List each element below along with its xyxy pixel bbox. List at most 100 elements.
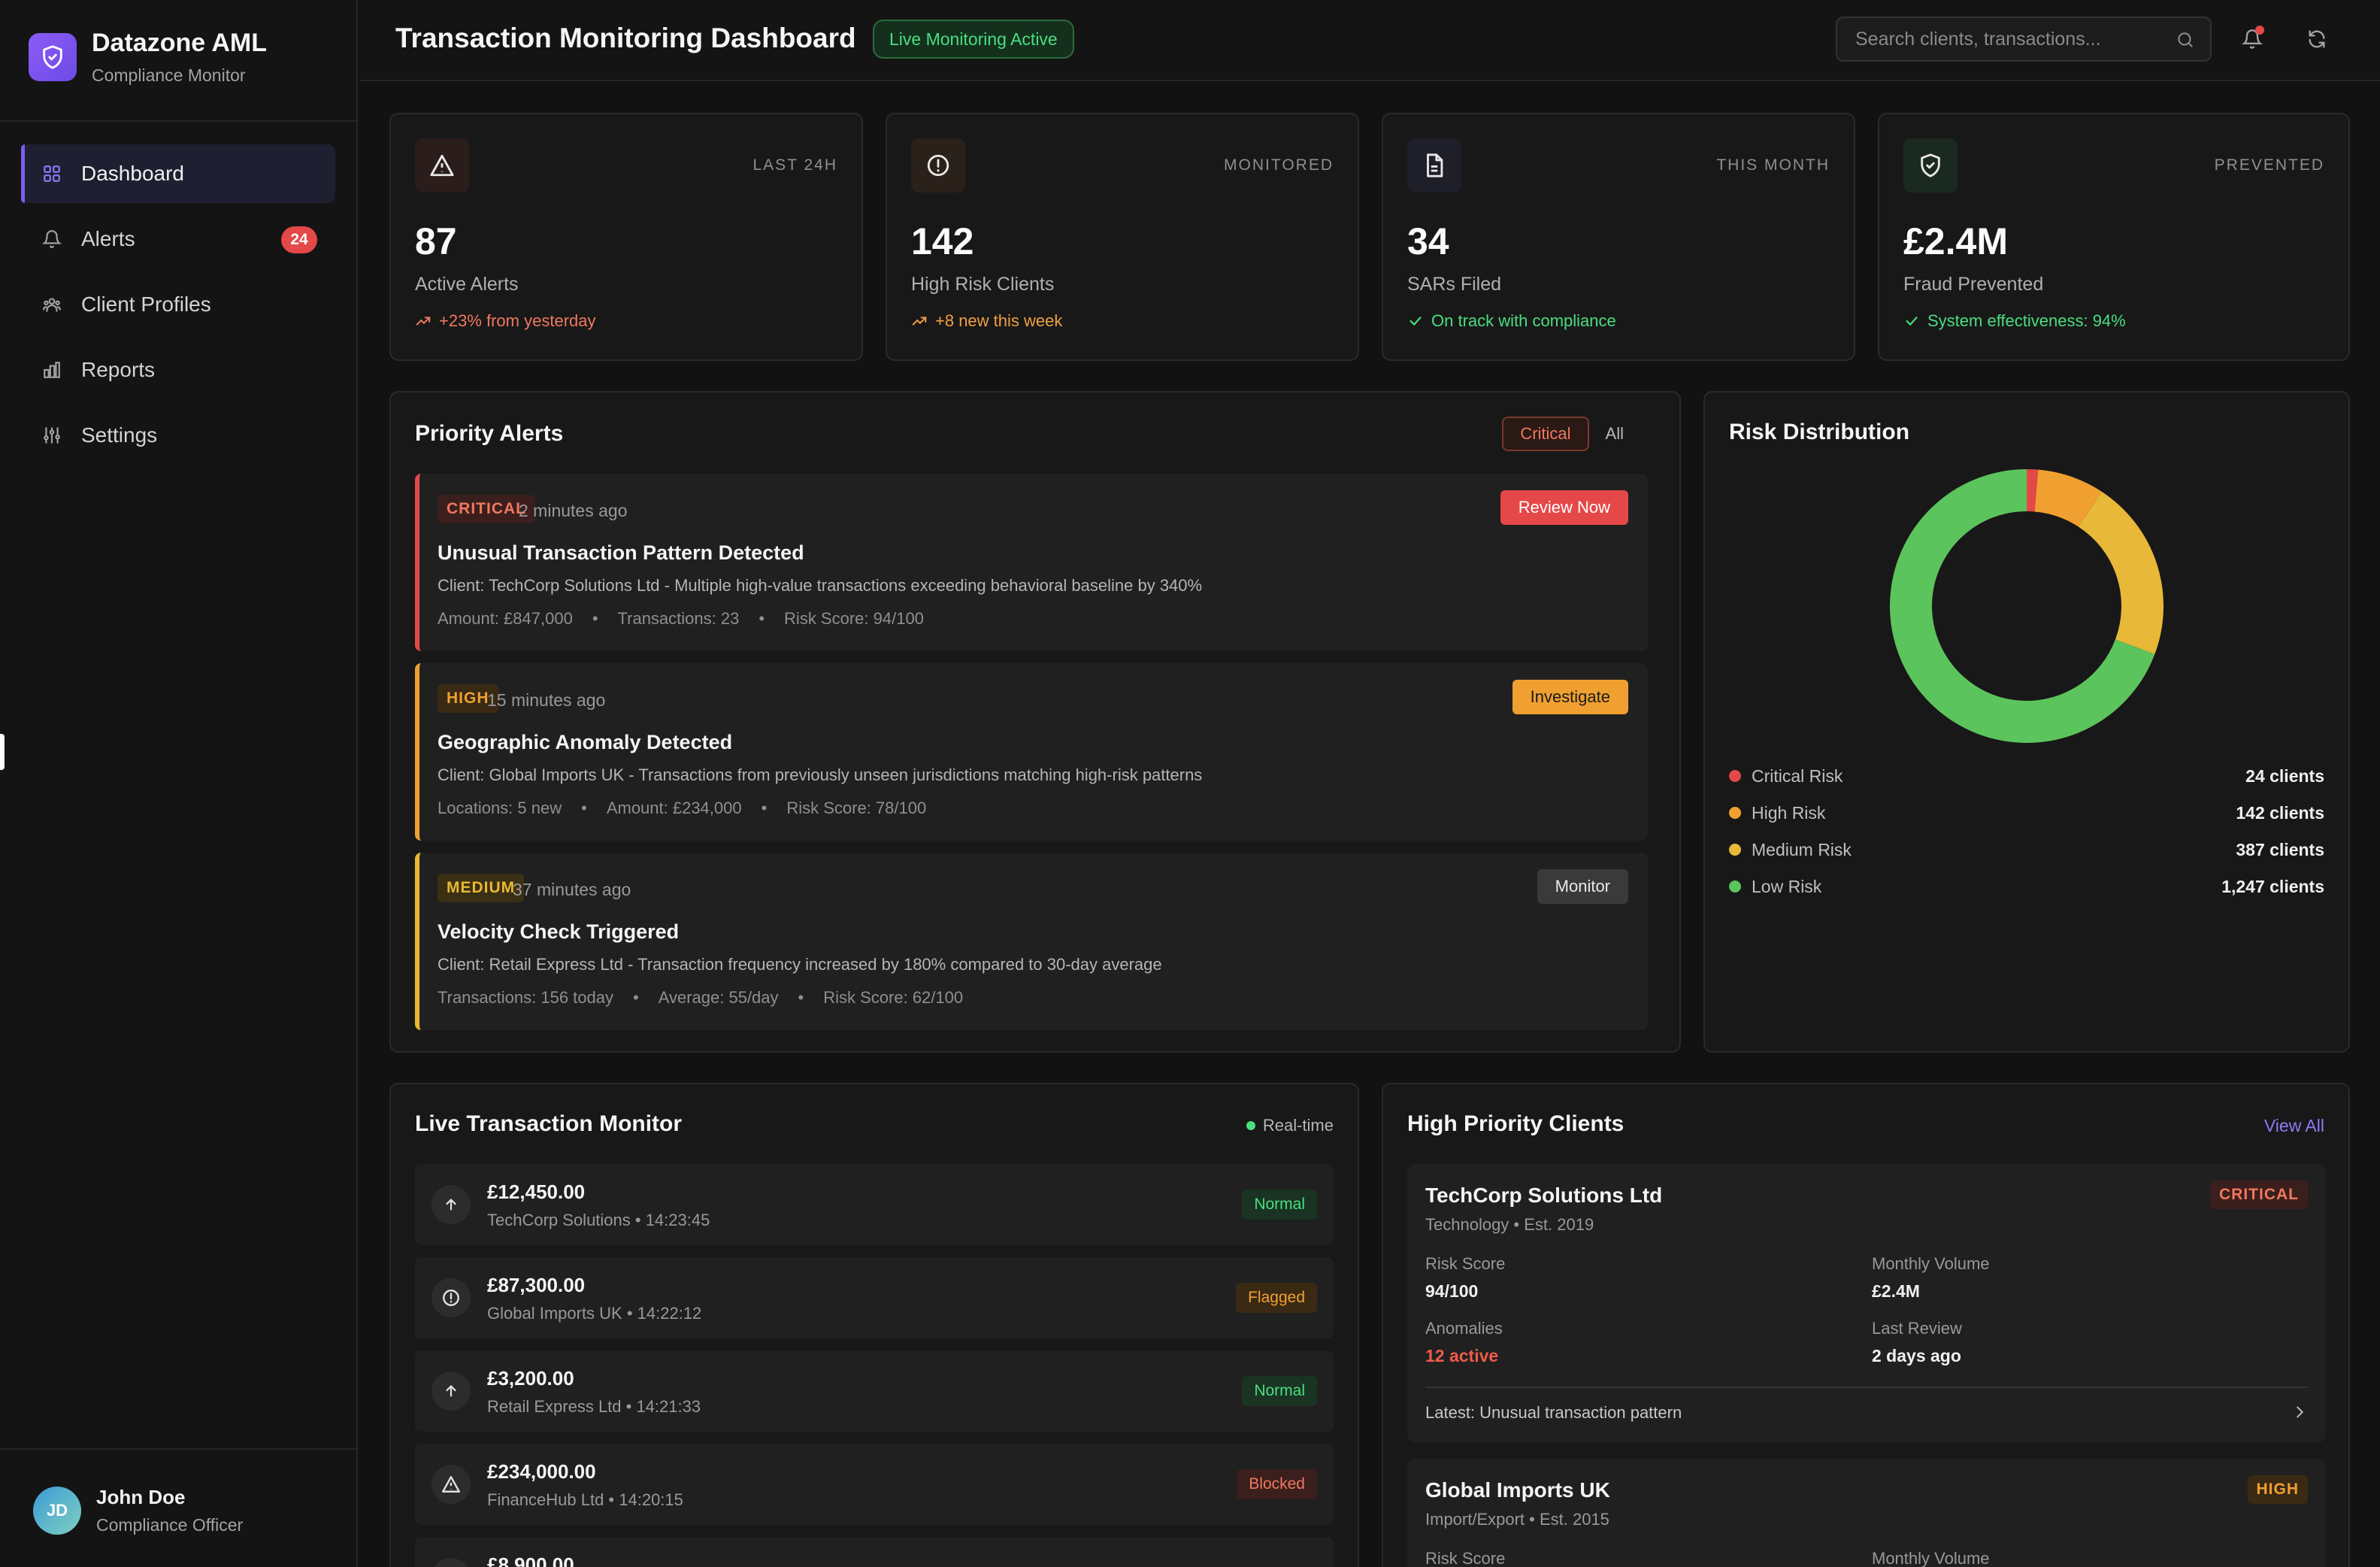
alert-meta-item: Amount: £847,000 <box>438 609 573 628</box>
transaction-meta: TechCorp Solutions • 14:23:45 <box>487 1211 710 1229</box>
client-subtitle: Technology • Est. 2019 <box>1425 1215 1594 1234</box>
review-now-button[interactable]: Review Now <box>1500 490 1628 525</box>
chevron-right-icon[interactable] <box>2291 1403 2308 1425</box>
notification-dot <box>2255 26 2264 35</box>
view-all-link[interactable]: View All <box>2264 1116 2324 1136</box>
alert-triangle-icon <box>415 138 469 192</box>
high-priority-clients-panel: High Priority Clients View All TechCorp … <box>1382 1083 2350 1567</box>
stat-label: Fraud Prevented <box>1903 274 2044 295</box>
status-badge: Normal <box>1242 1376 1317 1406</box>
monitor-button[interactable]: Monitor <box>1537 869 1628 904</box>
sidebar-item-alerts[interactable]: Alerts 24 <box>21 210 335 268</box>
alert-time: 37 minutes ago <box>513 880 631 899</box>
alert-time: 2 minutes ago <box>519 501 628 520</box>
legend-dot <box>1729 844 1741 856</box>
bar-chart-icon <box>41 359 63 381</box>
check-icon <box>1410 317 1422 326</box>
legend-value: 142 clients <box>2236 802 2324 823</box>
stat-card-active-alerts[interactable]: LAST 24H 87 Active Alerts +23% from yest… <box>389 113 863 361</box>
stat-tag: MONITORED <box>1224 156 1334 174</box>
legend-dot <box>1729 880 1741 893</box>
shield-logo-icon <box>29 33 77 81</box>
transaction-row[interactable]: £234,000.00 FinanceHub Ltd • 14:20:15 Bl… <box>415 1444 1334 1525</box>
sidebar-item-settings[interactable]: Settings <box>21 406 335 465</box>
risk-score-label: Risk Score <box>1425 1549 1506 1567</box>
search-input[interactable] <box>1855 26 2171 53</box>
stat-label: High Risk Clients <box>911 274 1055 295</box>
sidebar-item-reports[interactable]: Reports <box>21 341 335 399</box>
trending-up-icon <box>912 317 927 326</box>
stat-trend-text: On track with compliance <box>1431 311 1616 330</box>
refresh-icon <box>2309 30 2325 48</box>
donut-slice-high-risk[interactable] <box>2033 469 2102 527</box>
transaction-amount: £87,300.00 <box>487 1274 586 1296</box>
page-title: Transaction Monitoring Dashboard <box>395 23 856 53</box>
legend-label: Medium Risk <box>1752 839 1852 859</box>
alert-card-medium[interactable]: MEDIUM 37 minutes ago Velocity Check Tri… <box>415 853 1648 1030</box>
last-review-label: Last Review <box>1872 1319 1962 1338</box>
legend-row-high: High Risk 142 clients <box>1729 798 2324 828</box>
donut-slice-medium-risk[interactable] <box>2078 491 2163 655</box>
users-icon <box>41 293 63 316</box>
sidebar-item-label: Client Profiles <box>81 292 211 316</box>
refresh-button[interactable] <box>2300 23 2333 56</box>
section-title: High Priority Clients <box>1407 1111 1625 1136</box>
brand-subtitle: Compliance Monitor <box>92 65 246 85</box>
legend-row-critical: Critical Risk 24 clients <box>1729 761 2324 791</box>
client-name: Global Imports UK <box>1425 1478 1610 1502</box>
alert-triangle-icon <box>431 1465 471 1504</box>
transaction-row[interactable]: £12,450.00 TechCorp Solutions • 14:23:45… <box>415 1164 1334 1245</box>
transaction-row[interactable]: £87,300.00 Global Imports UK • 14:22:12 … <box>415 1257 1334 1338</box>
stat-card-high-risk-clients[interactable]: MONITORED 142 High Risk Clients +8 new t… <box>886 113 1359 361</box>
stat-value: £2.4M <box>1903 220 2008 262</box>
alert-meta-item: Transactions: 23 <box>617 609 740 628</box>
severity-badge: MEDIUM <box>438 874 525 902</box>
alert-meta-item: Amount: £234,000 <box>606 799 742 817</box>
tab-all[interactable]: All <box>1589 417 1640 451</box>
realtime-indicator: Real-time <box>1246 1116 1334 1135</box>
client-card-global-imports[interactable]: Global Imports UK Import/Export • Est. 2… <box>1407 1459 2326 1567</box>
live-transaction-monitor: Live Transaction Monitor Real-time £12,4… <box>389 1083 1359 1567</box>
stat-tag: LAST 24H <box>752 156 837 174</box>
alert-title: Geographic Anomaly Detected <box>438 731 733 753</box>
donut-slice-critical-risk[interactable] <box>2026 469 2039 512</box>
legend-label: Critical Risk <box>1752 765 1843 786</box>
legend-value: 387 clients <box>2236 839 2324 859</box>
edge-handle[interactable] <box>0 734 5 770</box>
stat-value: 87 <box>415 220 457 262</box>
investigate-button[interactable]: Investigate <box>1512 680 1628 714</box>
alert-card-critical[interactable]: CRITICAL 2 minutes ago Unusual Transacti… <box>415 474 1648 651</box>
live-dot <box>1246 1121 1255 1130</box>
alert-card-high[interactable]: HIGH 15 minutes ago Geographic Anomaly D… <box>415 663 1648 841</box>
client-card-techcorp[interactable]: TechCorp Solutions Ltd Technology • Est.… <box>1407 1164 2326 1442</box>
stat-card-sars-filed[interactable]: THIS MONTH 34 SARs Filed On track with c… <box>1382 113 1855 361</box>
transaction-meta: Retail Express Ltd • 14:21:33 <box>487 1397 701 1416</box>
grid-icon <box>41 162 63 185</box>
alert-time: 15 minutes ago <box>487 690 606 710</box>
stat-trend: System effectiveness: 94% <box>1903 311 2126 331</box>
notifications-button[interactable] <box>2236 23 2269 56</box>
stat-card-fraud-prevented[interactable]: PREVENTED £2.4M Fraud Prevented System e… <box>1878 113 2350 361</box>
alert-meta-item: Transactions: 156 today <box>438 988 613 1007</box>
tab-critical[interactable]: Critical <box>1502 417 1589 451</box>
brand[interactable]: Datazone AML Compliance Monitor <box>29 29 267 86</box>
realtime-label: Real-time <box>1262 1116 1334 1135</box>
search-icon[interactable] <box>2176 30 2195 53</box>
client-subtitle: Import/Export • Est. 2015 <box>1425 1510 1609 1529</box>
sidebar-item-client-profiles[interactable]: Client Profiles <box>21 275 335 334</box>
section-title: Priority Alerts <box>415 421 564 446</box>
stat-trend: +23% from yesterday <box>415 311 595 331</box>
stat-value: 142 <box>911 220 974 262</box>
sliders-icon <box>41 424 63 447</box>
transaction-meta: Global Imports UK • 14:22:12 <box>487 1304 702 1323</box>
alert-meta: Transactions: 156 today • Average: 55/day… <box>438 988 964 1007</box>
trending-up-icon <box>416 317 431 326</box>
alert-description: Client: Retail Express Ltd - Transaction… <box>438 955 1162 974</box>
risk-distribution-panel: Risk Distribution Critical Risk 24 clien… <box>1703 391 2350 1053</box>
user-profile[interactable]: JD John Doe Compliance Officer <box>33 1486 243 1535</box>
arrow-up-icon <box>431 1372 471 1411</box>
transaction-row[interactable]: £3,200.00 Retail Express Ltd • 14:21:33 … <box>415 1350 1334 1432</box>
stat-tag: PREVENTED <box>2214 156 2324 174</box>
transaction-row[interactable]: £8,900.00 <box>415 1537 1334 1567</box>
sidebar-item-dashboard[interactable]: Dashboard <box>21 144 335 203</box>
